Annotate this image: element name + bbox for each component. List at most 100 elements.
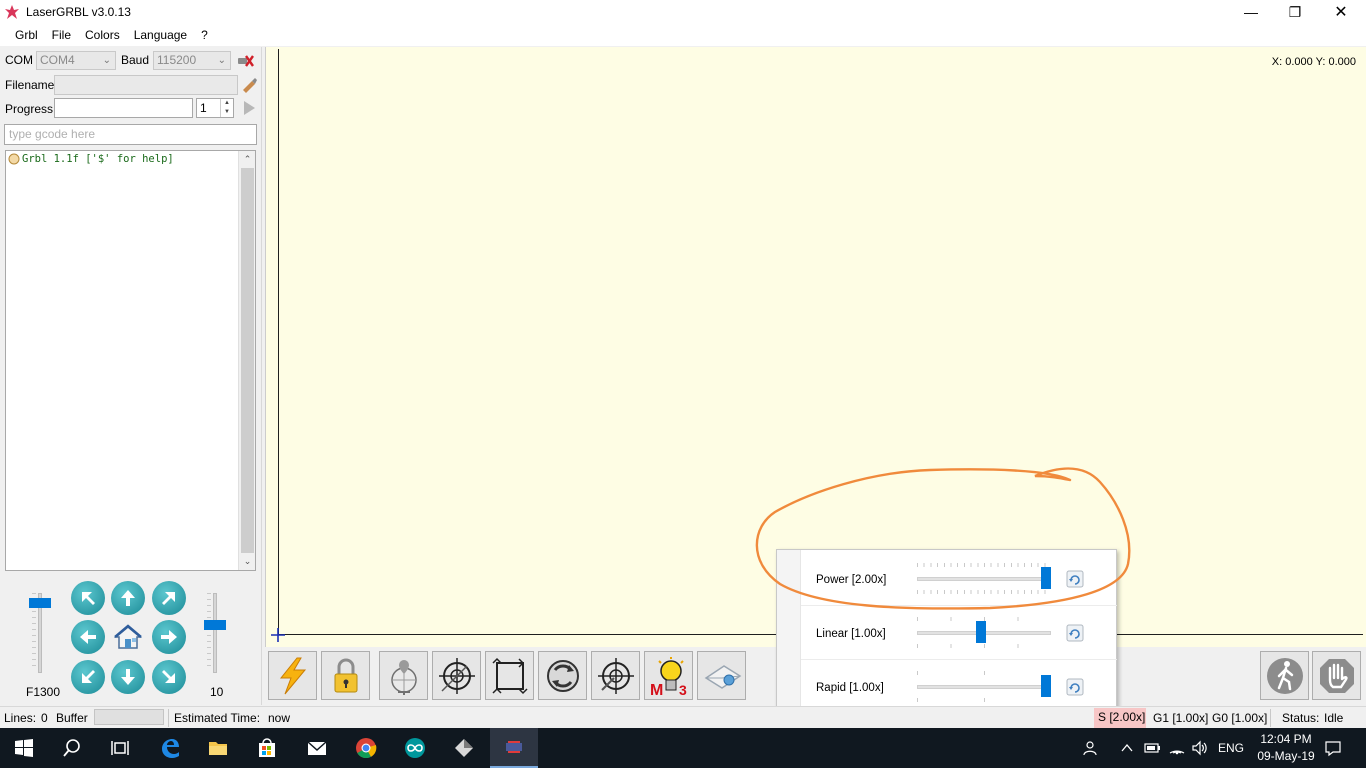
jog-left-button[interactable] bbox=[71, 620, 105, 654]
rapid-override-label: Rapid [1.00x] bbox=[816, 682, 884, 694]
scroll-up-icon[interactable]: ⌃ bbox=[239, 151, 256, 168]
set-zero-button[interactable] bbox=[432, 651, 481, 700]
menu-language[interactable]: Language bbox=[127, 28, 194, 42]
center-target-button[interactable] bbox=[591, 651, 640, 700]
envelope-gear-icon bbox=[704, 664, 741, 689]
unlock-button[interactable] bbox=[321, 651, 370, 700]
y-axis bbox=[278, 49, 279, 634]
arrow-up-left-icon bbox=[82, 592, 95, 605]
estimated-time-label: Estimated Time: bbox=[174, 711, 261, 725]
menu-colors[interactable]: Colors bbox=[78, 28, 127, 42]
play-icon[interactable] bbox=[240, 99, 258, 117]
console-scrollbar[interactable]: ⌃ ⌄ bbox=[238, 151, 255, 570]
user-macro-m3-button[interactable]: M 3 bbox=[644, 651, 693, 700]
disconnect-icon[interactable] bbox=[236, 52, 254, 70]
homing-button[interactable] bbox=[538, 651, 587, 700]
status-separator bbox=[168, 709, 169, 727]
minimize-button[interactable]: — bbox=[1228, 0, 1274, 24]
menu-grbl[interactable]: Grbl bbox=[8, 28, 45, 42]
start-button[interactable] bbox=[0, 728, 48, 768]
jog-down-right-button[interactable] bbox=[152, 660, 186, 694]
rapid-override-thumb[interactable] bbox=[1041, 675, 1051, 697]
reset-grbl-button[interactable] bbox=[268, 651, 317, 700]
task-view-button[interactable] bbox=[96, 728, 144, 768]
copies-spinner[interactable]: 1 ▲ ▼ bbox=[196, 98, 234, 118]
filename-field[interactable] bbox=[54, 75, 238, 95]
maximize-button[interactable]: ❐ bbox=[1272, 0, 1318, 24]
s-override-badge: S [2.00x] bbox=[1094, 708, 1146, 728]
file-explorer-app[interactable] bbox=[194, 728, 242, 768]
com-select[interactable]: COM4 ⌄ bbox=[36, 51, 116, 70]
notifications-icon[interactable] bbox=[1324, 728, 1342, 768]
slider-ticks bbox=[917, 698, 1051, 702]
inkscape-app[interactable] bbox=[440, 728, 488, 768]
jog-down-button[interactable] bbox=[111, 660, 145, 694]
globe-pin-icon bbox=[390, 659, 417, 695]
baud-label: Baud bbox=[121, 53, 150, 67]
language-indicator[interactable]: ENG bbox=[1218, 728, 1244, 768]
estimated-time-value: now bbox=[268, 711, 291, 725]
jog-right-button[interactable] bbox=[152, 620, 186, 654]
store-icon bbox=[259, 738, 275, 757]
arrow-left-icon bbox=[80, 630, 96, 644]
folder-icon bbox=[209, 742, 227, 755]
lasergrbl-app[interactable] bbox=[490, 728, 538, 768]
spin-arrows-icon[interactable]: ▲ ▼ bbox=[220, 99, 233, 117]
override-row-linear: Linear [1.00x] bbox=[801, 606, 1117, 660]
search-button[interactable] bbox=[48, 728, 96, 768]
clock-date: 09-May-19 bbox=[1257, 749, 1315, 763]
lightning-icon bbox=[279, 657, 306, 694]
people-icon[interactable] bbox=[1082, 728, 1100, 768]
arduino-app[interactable] bbox=[391, 728, 439, 768]
gcode-input[interactable]: type gcode here bbox=[4, 124, 257, 145]
jog-up-left-button[interactable] bbox=[71, 581, 105, 615]
step-slider-track[interactable] bbox=[213, 593, 217, 673]
svg-text:3: 3 bbox=[679, 682, 687, 696]
edge-app[interactable] bbox=[146, 728, 194, 768]
battery-icon[interactable] bbox=[1143, 728, 1161, 768]
chevron-down-icon: ⌄ bbox=[102, 55, 111, 66]
menu-help[interactable]: ? bbox=[194, 28, 215, 42]
g1-override-badge: G1 [1.00x] bbox=[1153, 711, 1209, 725]
settings-mail-button[interactable] bbox=[697, 651, 746, 700]
wifi-icon[interactable] bbox=[1168, 728, 1186, 768]
stop-button[interactable] bbox=[1312, 651, 1361, 700]
jog-down-left-button[interactable] bbox=[71, 660, 105, 694]
jog-up-button[interactable] bbox=[111, 581, 145, 615]
jog-home-button[interactable] bbox=[111, 620, 145, 654]
chrome-app[interactable] bbox=[342, 728, 390, 768]
scroll-thumb[interactable] bbox=[241, 168, 254, 553]
g0-override-badge: G0 [1.00x] bbox=[1212, 711, 1268, 725]
step-slider-thumb[interactable] bbox=[204, 619, 226, 630]
status-bar: Lines: 0 Buffer Estimated Time: now S [2… bbox=[0, 706, 1366, 728]
rapid-override-track[interactable] bbox=[917, 685, 1051, 689]
baud-value: 115200 bbox=[157, 53, 197, 67]
volume-icon[interactable] bbox=[1191, 728, 1209, 768]
taskbar-clock[interactable]: 12:04 PM 09-May-19 bbox=[1254, 731, 1318, 765]
feed-slider-thumb[interactable] bbox=[29, 597, 51, 608]
frame-button[interactable] bbox=[485, 651, 534, 700]
walk-button[interactable] bbox=[1260, 651, 1309, 700]
progress-bar bbox=[54, 98, 193, 118]
menu-file[interactable]: File bbox=[45, 28, 78, 42]
slider-ticks bbox=[917, 644, 1051, 648]
baud-select[interactable]: 115200 ⌄ bbox=[153, 51, 231, 70]
mail-icon bbox=[307, 741, 327, 755]
show-hidden-icons-icon[interactable] bbox=[1120, 728, 1134, 768]
open-file-icon[interactable] bbox=[240, 76, 258, 94]
arduino-icon bbox=[405, 738, 425, 758]
chevron-down-icon: ⌄ bbox=[217, 55, 226, 66]
linear-override-thumb[interactable] bbox=[975, 621, 986, 643]
goto-origin-button[interactable] bbox=[379, 651, 428, 700]
reset-rapid-icon[interactable] bbox=[1066, 678, 1084, 696]
jog-up-right-button[interactable] bbox=[152, 581, 186, 615]
close-button[interactable]: ✕ bbox=[1318, 0, 1364, 24]
console-text: Grbl 1.1f ['$' for help] bbox=[22, 153, 174, 165]
diamond-app-icon bbox=[455, 739, 473, 757]
store-app[interactable] bbox=[243, 728, 291, 768]
scroll-down-icon[interactable]: ⌄ bbox=[239, 553, 256, 570]
title-bar: LaserGRBL v3.0.13 — ❐ ✕ bbox=[0, 0, 1366, 24]
mail-app[interactable] bbox=[293, 728, 341, 768]
reset-linear-icon[interactable] bbox=[1066, 624, 1084, 642]
clock-time: 12:04 PM bbox=[1260, 732, 1312, 746]
